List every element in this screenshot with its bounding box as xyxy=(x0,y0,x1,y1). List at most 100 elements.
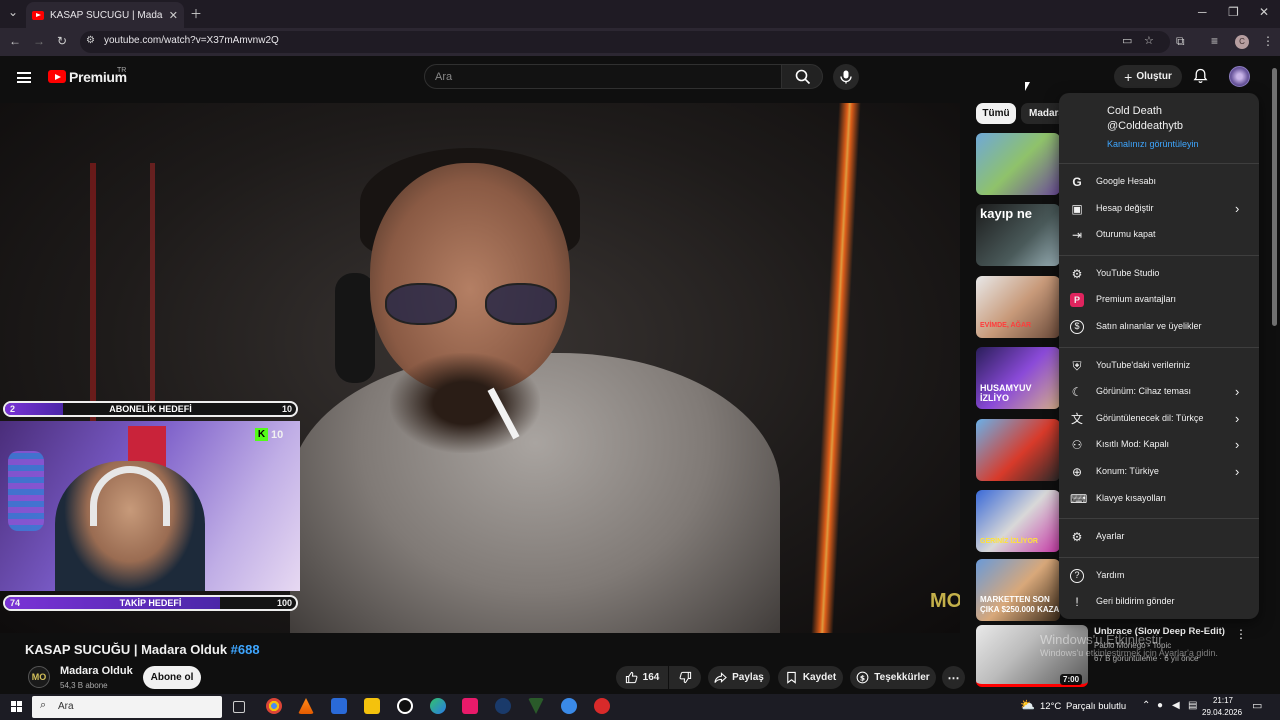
episode-hashtag[interactable]: #688 xyxy=(231,642,260,657)
streamer-beard xyxy=(390,353,540,453)
account-avatar[interactable] xyxy=(1229,66,1250,87)
reload-icon[interactable]: ↻ xyxy=(57,34,67,48)
close-tab-icon[interactable]: ✕ xyxy=(169,9,178,22)
menu-item[interactable]: ⇥ Oturumu kapat xyxy=(1059,222,1259,248)
menu-item[interactable]: ⌨ Klavye kısayolları xyxy=(1059,486,1259,512)
steam-icon[interactable] xyxy=(495,698,511,714)
close-window-icon[interactable]: ✕ xyxy=(1259,5,1269,19)
bookmark-star-icon[interactable]: ☆ xyxy=(1144,34,1154,47)
weather-icon: ⛅ xyxy=(1020,698,1035,712)
restore-icon[interactable]: ❐ xyxy=(1228,5,1239,19)
tray-weather[interactable]: Parçalı bulutlu xyxy=(1066,701,1126,712)
volume-icon[interactable]: ◀ xyxy=(1172,700,1180,711)
channel-watermark: MO xyxy=(930,590,960,612)
google-icon: G xyxy=(1072,175,1082,189)
cast-icon[interactable]: ▭ xyxy=(1122,34,1132,47)
create-button[interactable]: + Oluştur xyxy=(1114,65,1182,88)
app-icon[interactable] xyxy=(594,698,610,714)
notifications-icon[interactable]: ▭ xyxy=(1252,699,1262,712)
extensions-icon[interactable]: ⧉ xyxy=(1176,34,1185,49)
menu-item[interactable]: ! Geri bildirim gönder xyxy=(1059,589,1259,615)
region-code: TR xyxy=(117,67,127,74)
chrome-menu-icon[interactable]: ⋮ xyxy=(1262,34,1274,48)
subscribe-button[interactable]: Abone ol xyxy=(143,666,201,689)
notifications-bell-icon[interactable] xyxy=(1193,68,1208,84)
subscriber-count: 54,3 B abone xyxy=(60,681,108,690)
search-input[interactable]: Ara xyxy=(424,64,782,89)
more-vertical-icon[interactable]: ⋮ xyxy=(1235,627,1247,641)
file-explorer-icon[interactable] xyxy=(364,698,380,714)
channel-name[interactable]: Madara Olduk xyxy=(60,665,133,677)
reading-list-icon[interactable]: ≡ xyxy=(1211,34,1218,48)
menu-item[interactable]: ☾ Görünüm: Cihaz teması › xyxy=(1059,379,1259,405)
menu-item-label: Geri bildirim gönder xyxy=(1096,596,1175,607)
channel-avatar[interactable]: MO xyxy=(28,666,50,688)
save-button[interactable]: Kaydet xyxy=(778,666,843,689)
recommended-thumbnail[interactable]: GERİNİZ İZLİYOR xyxy=(976,490,1060,552)
mic-tray-icon[interactable]: ● xyxy=(1157,700,1163,711)
chrome-taskbar-icon[interactable] xyxy=(266,698,282,714)
youtube-favicon xyxy=(32,10,44,20)
clock-date[interactable]: 29.04.2026 xyxy=(1202,708,1242,717)
chatgpt-icon[interactable] xyxy=(397,698,413,714)
tiktok-icon[interactable] xyxy=(462,698,478,714)
menu-item[interactable]: P Premium avantajları xyxy=(1059,287,1259,313)
menu-item[interactable]: ⚙ Ayarlar xyxy=(1059,524,1259,550)
thanks-button[interactable]: $ Teşekkürler xyxy=(850,666,936,689)
chip-all[interactable]: Tümü xyxy=(976,103,1016,124)
browser-tab[interactable]: KASAP SUCUĞU | Madara O ✕ xyxy=(26,2,184,28)
menu-item[interactable]: ▣ Hesap değiştir › xyxy=(1059,196,1259,222)
menu-item[interactable]: $ Satın alınanlar ve üyelikler xyxy=(1059,314,1259,340)
recommended-thumbnail[interactable]: HUSAMYUV İZLİYO xyxy=(976,347,1060,409)
recommended-thumbnail[interactable]: kayıp ne xyxy=(976,204,1060,266)
more-actions-button[interactable]: ⋯ xyxy=(942,666,965,689)
tab-search-icon[interactable]: ⌄ xyxy=(8,5,18,19)
menu-item[interactable]: G Google Hesabı xyxy=(1059,169,1259,195)
tray-chevron-icon[interactable]: ⌃ xyxy=(1142,700,1150,711)
recommended-thumbnail[interactable] xyxy=(976,419,1060,481)
view-channel-link[interactable]: Kanalınızı görüntüleyin xyxy=(1107,139,1199,149)
voice-search-button[interactable] xyxy=(833,64,859,90)
globe-icon: ⊕ xyxy=(1071,465,1083,479)
menu-item[interactable]: ⚇ Kısıtlı Mod: Kapalı › xyxy=(1059,432,1259,458)
forward-icon[interactable]: → xyxy=(33,34,45,48)
youtube-logo-icon[interactable] xyxy=(48,70,66,83)
browser-profile-avatar[interactable]: C xyxy=(1235,35,1249,49)
like-button[interactable]: 164 xyxy=(616,666,668,689)
page-scrollbar[interactable] xyxy=(1272,68,1277,326)
site-info-icon[interactable]: ⚙ xyxy=(86,35,95,46)
recommended-thumbnail[interactable] xyxy=(976,133,1060,195)
menu-item[interactable]: 文 Görüntülenecek dil: Türkçe › xyxy=(1059,406,1259,432)
recommended-thumbnail[interactable]: MARKETTEN SON ÇIKA $250.000 KAZA xyxy=(976,559,1060,621)
new-tab-icon[interactable]: ＋ xyxy=(190,5,202,22)
search-icon xyxy=(795,69,811,85)
back-icon[interactable]: ← xyxy=(9,34,21,48)
clock-time[interactable]: 21:17 xyxy=(1208,696,1238,705)
tray-temperature: 12°C xyxy=(1040,701,1062,712)
chevron-right-icon: › xyxy=(1235,437,1240,453)
task-view-icon[interactable] xyxy=(233,701,245,713)
taskbar-search-icon: ⌕ xyxy=(40,699,47,711)
menu-icon[interactable] xyxy=(17,72,31,83)
windows-start-icon[interactable] xyxy=(11,701,22,712)
network-icon[interactable]: ▤ xyxy=(1188,700,1197,711)
share-button[interactable]: Paylaş xyxy=(708,666,770,689)
store-icon[interactable] xyxy=(331,698,347,714)
recommended-thumbnail[interactable]: EVİMDE, AĞAR xyxy=(976,276,1060,338)
menu-item[interactable]: ⚙ YouTube Studio xyxy=(1059,261,1259,287)
search-button[interactable] xyxy=(781,64,823,89)
menu-item[interactable]: ? Yardım xyxy=(1059,563,1259,589)
minimize-icon[interactable]: ─ xyxy=(1198,5,1207,19)
chevron-right-icon: › xyxy=(1235,464,1240,479)
dollar-icon: $ xyxy=(1070,320,1084,334)
rgb-microphone xyxy=(8,451,44,531)
menu-item[interactable]: ⊕ Konum: Türkiye › xyxy=(1059,459,1259,485)
address-bar[interactable]: ⚙ youtube.com/watch?v=X37mAmvnw2Q ▭ ☆ xyxy=(80,31,1170,53)
headphones xyxy=(335,273,375,383)
edge-icon[interactable] xyxy=(430,698,446,714)
shield-person-icon: ⛨ xyxy=(1072,358,1082,373)
chevron-right-icon: › xyxy=(1235,200,1240,216)
menu-item[interactable]: ⛨ YouTube'daki verileriniz xyxy=(1059,353,1259,379)
app-icon[interactable] xyxy=(561,698,577,714)
dislike-button[interactable] xyxy=(669,666,701,689)
